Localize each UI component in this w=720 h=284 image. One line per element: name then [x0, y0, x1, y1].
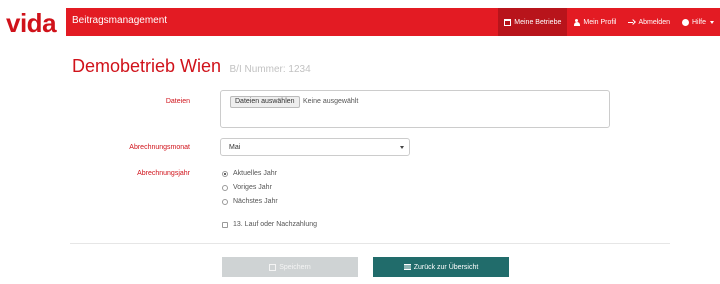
brand-area: vida	[0, 0, 66, 40]
vida-logo[interactable]: vida	[6, 10, 57, 36]
nav-item-label: Hilfe	[691, 18, 706, 26]
radio-next-year[interactable]: Nächstes Jahr	[222, 198, 278, 205]
month-label: Abrechnungsmonat	[129, 144, 190, 151]
list-icon	[403, 264, 411, 270]
save-icon	[269, 263, 277, 271]
save-button-label: Speichern	[279, 263, 311, 271]
radio-label: Voriges Jahr	[233, 184, 272, 191]
form-divider	[70, 243, 670, 244]
radio-label: Nächstes Jahr	[233, 198, 278, 205]
chevron-down-icon	[710, 20, 714, 24]
radio-button[interactable]	[222, 170, 228, 177]
radio-previous-year[interactable]: Voriges Jahr	[222, 184, 272, 191]
radio-current-year[interactable]: Aktuelles Jahr	[222, 170, 277, 177]
extra-run-checkbox[interactable]	[222, 221, 228, 228]
user-icon	[573, 18, 580, 26]
file-upload-field[interactable]: Dateien auswählen Keine ausgewählt	[220, 90, 610, 128]
company-name: Demobetrieb Wien	[72, 56, 222, 76]
nav-item-abmelden[interactable]: Abmelden	[622, 8, 676, 36]
extra-run-checkbox-row[interactable]: 13. Lauf oder Nachzahlung	[222, 221, 317, 228]
page-title: Demobetrieb Wien B/I Nummer: 1234	[72, 56, 311, 77]
building-icon	[504, 18, 512, 26]
nav-item-meine-betriebe[interactable]: Meine Betriebe	[498, 8, 568, 36]
main-nav: Meine Betriebe Mein Profil Abmelden Hilf…	[498, 8, 720, 36]
choose-files-button[interactable]: Dateien auswählen	[230, 96, 300, 108]
nav-item-hilfe[interactable]: Hilfe	[676, 8, 720, 36]
logout-icon	[628, 19, 635, 26]
radio-label: Aktuelles Jahr	[233, 170, 277, 177]
top-navigation-bar: Beitragsmanagement Meine Betriebe Mein P…	[66, 8, 720, 36]
nav-item-label: Meine Betriebe	[514, 18, 562, 26]
back-to-overview-button[interactable]: Zurück zur Übersicht	[373, 257, 509, 277]
checkbox-label: 13. Lauf oder Nachzahlung	[233, 221, 318, 228]
help-icon	[681, 18, 689, 26]
nav-item-label: Abmelden	[638, 18, 670, 26]
nav-item-mein-profil[interactable]: Mein Profil	[567, 8, 622, 36]
month-select-value: Mai	[229, 144, 241, 151]
radio-button[interactable]	[222, 198, 228, 205]
app-title[interactable]: Beitragsmanagement	[72, 15, 167, 26]
chevron-down-icon	[400, 146, 404, 149]
back-button-label: Zurück zur Übersicht	[413, 263, 479, 271]
nav-item-label: Mein Profil	[583, 18, 617, 26]
file-status-text: Keine ausgewählt	[303, 98, 359, 105]
year-label: Abrechnungsjahr	[137, 170, 190, 177]
bi-number: B/I Nummer: 1234	[229, 64, 311, 75]
files-label: Dateien	[165, 98, 190, 105]
radio-button[interactable]	[222, 184, 228, 191]
month-select[interactable]: Mai	[220, 138, 410, 156]
save-button[interactable]: Speichern	[222, 257, 358, 277]
